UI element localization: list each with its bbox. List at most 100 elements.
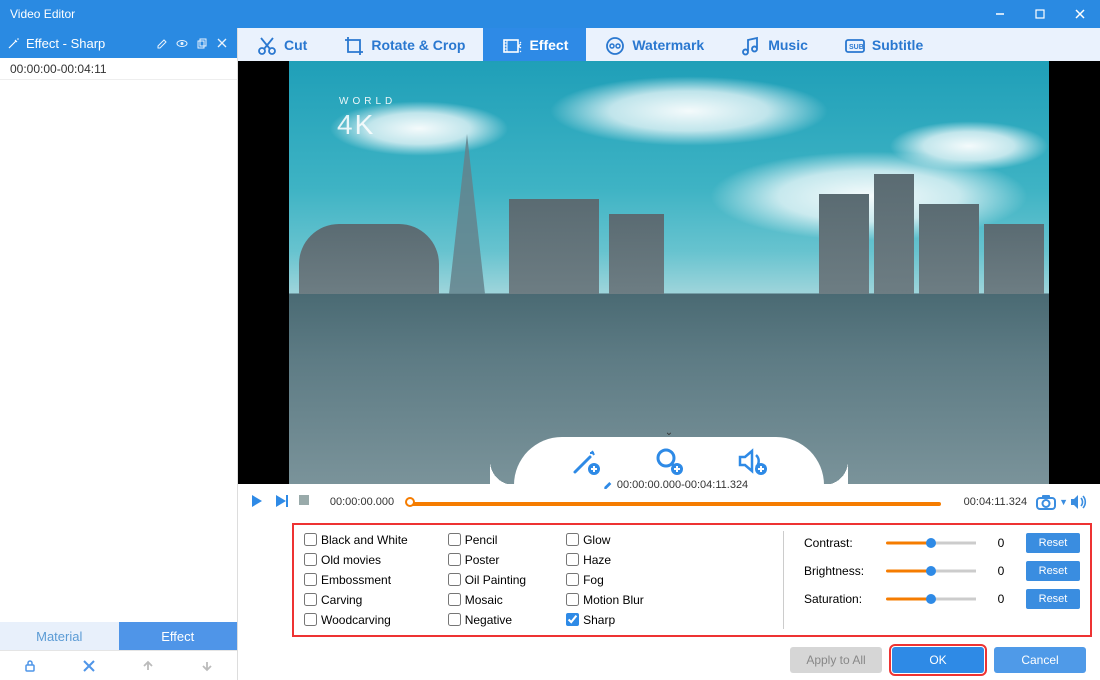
cancel-button[interactable]: Cancel: [994, 647, 1086, 673]
effect-checkbox[interactable]: [566, 533, 579, 546]
effect-mosaic[interactable]: Mosaic: [448, 591, 526, 609]
titlebar: Video Editor: [0, 0, 1100, 28]
ok-button[interactable]: OK: [892, 647, 984, 673]
reset-button[interactable]: Reset: [1026, 561, 1080, 581]
close-button[interactable]: [1060, 0, 1100, 28]
reset-button[interactable]: Reset: [1026, 533, 1080, 553]
camera-icon[interactable]: [1035, 493, 1057, 511]
lock-icon[interactable]: [21, 657, 39, 675]
effect-checkboxes: Black and White Old movies Embossment Carvi…: [304, 531, 784, 629]
wand-add-icon[interactable]: [570, 445, 602, 477]
time-end: 00:04:11.324: [949, 496, 1027, 508]
tab-watermark[interactable]: Watermark: [586, 28, 722, 61]
effect-label: Glow: [583, 533, 610, 547]
effect-checkbox[interactable]: [448, 533, 461, 546]
adjust-slider[interactable]: [886, 593, 976, 605]
tab-subtitle[interactable]: SUB Subtitle: [826, 28, 941, 61]
effect-checkbox[interactable]: [448, 573, 461, 586]
effect-label: Embossment: [321, 573, 391, 587]
effect-checkbox[interactable]: [304, 613, 317, 626]
effect-label: Negative: [465, 613, 512, 627]
effect-checkbox[interactable]: [566, 553, 579, 566]
chevron-down-icon[interactable]: ▼: [1059, 497, 1068, 507]
close-panel-icon[interactable]: [215, 36, 229, 50]
effect-label: Fog: [583, 573, 604, 587]
apply-all-button[interactable]: Apply to All: [790, 647, 882, 673]
tab-cut-label: Cut: [284, 37, 307, 53]
effect-black-and-white[interactable]: Black and White: [304, 531, 408, 549]
tab-rotate-crop[interactable]: Rotate & Crop: [325, 28, 483, 61]
video-canvas: WORLD 4K: [289, 61, 1049, 483]
effect-checkbox[interactable]: [566, 613, 579, 626]
effect-label: Oil Painting: [465, 573, 526, 587]
effect-fog[interactable]: Fog: [566, 571, 644, 589]
effect-checkbox[interactable]: [566, 573, 579, 586]
effect-sharp[interactable]: Sharp: [566, 611, 644, 629]
adjustment-sliders: Contrast:0ResetBrightness:0ResetSaturati…: [804, 531, 1080, 629]
timeline: 00:00:00.000 00:00:00.000-00:04:11.324 0…: [238, 484, 1100, 521]
effect-haze[interactable]: Haze: [566, 551, 644, 569]
effect-carving[interactable]: Carving: [304, 591, 408, 609]
clip-item[interactable]: 00:00:00-00:04:11: [0, 58, 237, 80]
subtitle-icon: SUB: [844, 35, 864, 55]
volume-icon[interactable]: [1070, 494, 1088, 510]
effect-checkbox[interactable]: [304, 553, 317, 566]
adjust-brightness: Brightness:0Reset: [804, 561, 1080, 581]
minimize-button[interactable]: [980, 0, 1020, 28]
effect-poster[interactable]: Poster: [448, 551, 526, 569]
sidebar-title: Effect - Sharp: [26, 36, 149, 51]
copy-icon[interactable]: [195, 36, 209, 50]
effect-checkbox[interactable]: [448, 553, 461, 566]
effect-oil-painting[interactable]: Oil Painting: [448, 571, 526, 589]
effect-label: Woodcarving: [321, 613, 391, 627]
effect-checkbox[interactable]: [566, 593, 579, 606]
eye-icon[interactable]: [175, 36, 189, 50]
tab-material[interactable]: Material: [0, 622, 119, 650]
move-down-icon: [198, 657, 216, 675]
delete-icon[interactable]: [80, 657, 98, 675]
effect-checkbox[interactable]: [304, 573, 317, 586]
effect-checkbox[interactable]: [448, 593, 461, 606]
effect-woodcarving[interactable]: Woodcarving: [304, 611, 408, 629]
maximize-button[interactable]: [1020, 0, 1060, 28]
effect-pencil[interactable]: Pencil: [448, 531, 526, 549]
watermark-icon: [604, 35, 624, 55]
tab-rotate-label: Rotate & Crop: [371, 37, 465, 53]
adjust-slider[interactable]: [886, 565, 976, 577]
adjust-slider[interactable]: [886, 537, 976, 549]
edit-icon[interactable]: [155, 36, 169, 50]
zoom-add-icon[interactable]: [653, 445, 685, 477]
effect-checkbox[interactable]: [304, 533, 317, 546]
effect-icon: [501, 35, 521, 55]
time-start: 00:00:00.000: [322, 496, 402, 508]
effect-embossment[interactable]: Embossment: [304, 571, 408, 589]
cut-icon: [256, 35, 276, 55]
tab-music-label: Music: [768, 37, 808, 53]
tab-effect-top[interactable]: Effect: [483, 28, 586, 61]
adjust-label: Contrast:: [804, 536, 876, 550]
video-preview-area: WORLD 4K ⌄: [238, 61, 1100, 483]
speaker-add-icon[interactable]: [736, 445, 768, 477]
time-slider[interactable]: 00:00:00.000-00:04:11.324: [410, 495, 941, 509]
effect-old-movies[interactable]: Old movies: [304, 551, 408, 569]
tab-cut[interactable]: Cut: [238, 28, 325, 61]
tab-watermark-label: Watermark: [632, 37, 704, 53]
effect-label: Motion Blur: [583, 593, 644, 607]
adjust-value: 0: [986, 536, 1016, 550]
effect-glow[interactable]: Glow: [566, 531, 644, 549]
tab-effect[interactable]: Effect: [119, 622, 238, 650]
collapse-handle-icon[interactable]: ⌄: [665, 427, 673, 438]
reset-button[interactable]: Reset: [1026, 589, 1080, 609]
effect-checkbox[interactable]: [304, 593, 317, 606]
stop-button[interactable]: [298, 494, 314, 510]
tab-music[interactable]: Music: [722, 28, 826, 61]
effect-checkbox[interactable]: [448, 613, 461, 626]
adjust-value: 0: [986, 564, 1016, 578]
play-button[interactable]: [250, 494, 266, 510]
effect-negative[interactable]: Negative: [448, 611, 526, 629]
clip-list: 00:00:00-00:04:11: [0, 58, 237, 622]
effect-motion-blur[interactable]: Motion Blur: [566, 591, 644, 609]
effect-label: Carving: [321, 593, 362, 607]
range-indicator: 00:00:00.000-00:04:11.324: [603, 479, 748, 491]
play-range-button[interactable]: [274, 494, 290, 510]
